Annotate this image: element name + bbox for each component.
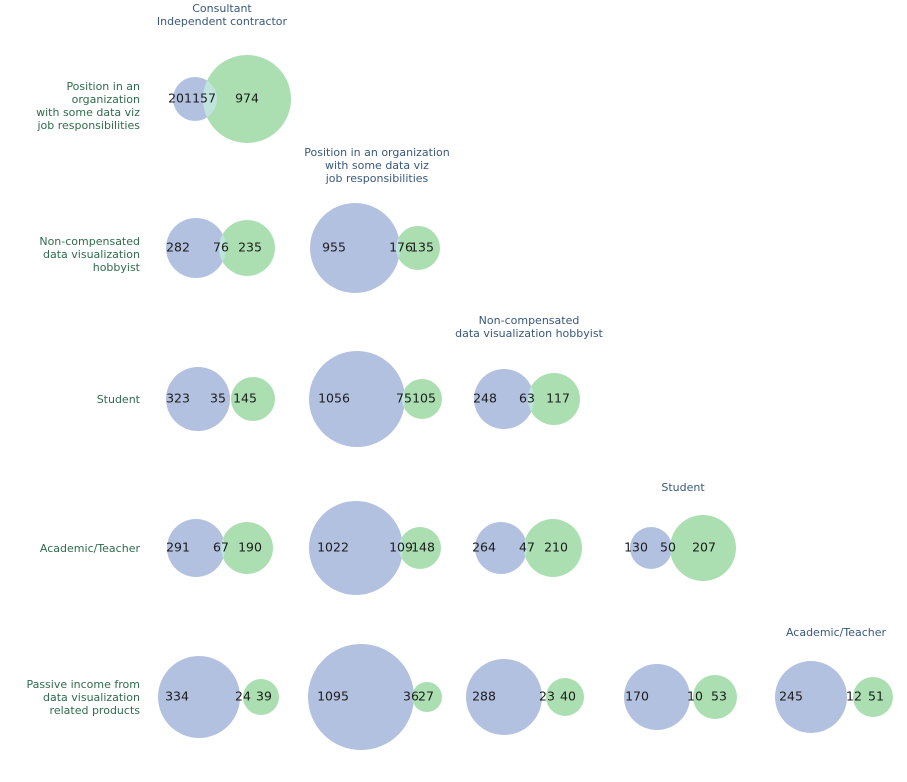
count-only-b: 40 — [560, 689, 576, 704]
count-overlap: 67 — [213, 540, 229, 555]
row-label-4: Passive income from data visualization r… — [26, 677, 140, 717]
count-only-b: 974 — [235, 91, 259, 106]
count-overlap: 36 — [403, 689, 419, 704]
venn-cell-r2-c2: 248 63 117 — [429, 314, 629, 484]
count-overlap: 157 — [192, 91, 216, 106]
count-overlap: 50 — [660, 540, 676, 555]
count-only-a: 288 — [472, 689, 496, 704]
count-only-b: 51 — [868, 689, 884, 704]
count-only-a: 1095 — [317, 689, 349, 704]
count-only-a: 291 — [166, 540, 190, 555]
count-only-a: 955 — [322, 240, 346, 255]
count-overlap: 47 — [519, 540, 535, 555]
count-only-b: 210 — [544, 540, 568, 555]
count-overlap: 24 — [235, 689, 251, 704]
count-only-a: 248 — [473, 391, 497, 406]
count-overlap: 63 — [519, 391, 535, 406]
venn-cell-r1-c1: 955 176 135 — [277, 163, 477, 333]
row-label-1: Non-compensated data visualization hobby… — [39, 235, 140, 274]
count-only-a: 334 — [165, 689, 189, 704]
count-only-a: 170 — [625, 689, 649, 704]
venn-cell-r4-c4: 245 12 51 — [736, 612, 907, 782]
count-only-b: 235 — [238, 240, 262, 255]
venn-diagram-matrix: Freelance Consultant Independent contrac… — [0, 0, 907, 758]
count-only-a: 1022 — [317, 540, 349, 555]
row-label-2: Student — [96, 392, 140, 406]
count-overlap: 23 — [539, 689, 555, 704]
count-overlap: 10 — [687, 689, 703, 704]
venn-cell-r3-c3: 130 50 207 — [583, 463, 783, 633]
venn-cell-r0-c0: 201 157 974 — [122, 14, 322, 184]
count-overlap: 12 — [846, 689, 862, 704]
count-only-b: 145 — [233, 391, 257, 406]
count-only-a: 130 — [624, 540, 648, 555]
count-only-b: 190 — [238, 540, 262, 555]
count-only-a: 245 — [779, 689, 803, 704]
count-only-a: 201 — [168, 91, 192, 106]
count-overlap: 76 — [213, 240, 229, 255]
count-overlap: 35 — [210, 391, 226, 406]
row-label-3: Academic/Teacher — [39, 541, 140, 555]
count-only-b: 39 — [256, 689, 272, 704]
count-overlap: 109 — [389, 540, 413, 555]
count-only-a: 1056 — [318, 391, 350, 406]
count-only-b: 135 — [410, 240, 434, 255]
count-only-a: 323 — [166, 391, 190, 406]
count-only-a: 264 — [472, 540, 496, 555]
count-only-b: 207 — [692, 540, 716, 555]
row-label-0: Position in an organization with some da… — [36, 79, 140, 132]
count-only-b: 53 — [711, 689, 727, 704]
count-only-a: 282 — [166, 240, 190, 255]
count-only-b: 117 — [546, 391, 570, 406]
count-overlap: 75 — [396, 391, 412, 406]
